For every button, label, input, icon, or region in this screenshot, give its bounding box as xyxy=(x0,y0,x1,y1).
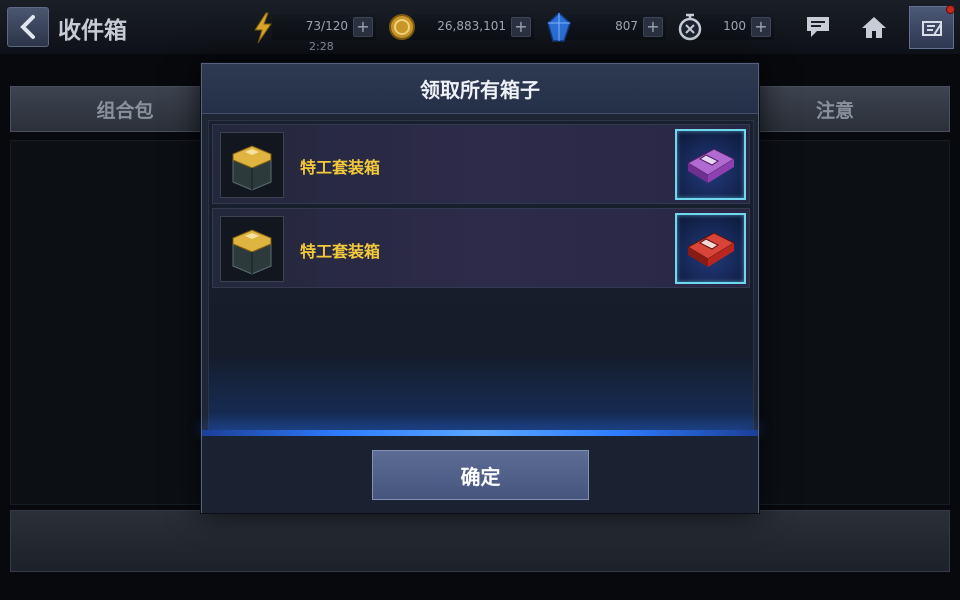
top-bar: 收件箱 73/120 + 2:28 26,883,101 + 807 + 100… xyxy=(0,0,960,54)
reward-name: 特工套装箱 xyxy=(300,242,381,261)
back-button[interactable] xyxy=(7,7,49,47)
tab-notice-label: 注意 xyxy=(815,99,854,122)
reward-list: 特工套装箱 特工套装箱 xyxy=(208,120,754,432)
chat-button[interactable] xyxy=(796,7,840,47)
stamina-value: 100 xyxy=(723,19,746,33)
confirm-button[interactable]: 确定 xyxy=(372,450,589,500)
gold-coin-icon xyxy=(389,14,415,40)
add-gold-button[interactable]: + xyxy=(511,17,531,37)
page-title: 收件箱 xyxy=(58,18,127,44)
reward-item-slot[interactable] xyxy=(675,129,746,200)
blue-crystal-icon xyxy=(547,11,571,42)
reward-name: 特工套装箱 xyxy=(300,158,381,177)
add-stamina-button[interactable]: + xyxy=(751,17,771,37)
inbox-icon xyxy=(921,20,942,36)
chat-bubble-icon xyxy=(807,17,829,37)
confirm-button-label: 确定 xyxy=(460,464,501,489)
inbox-button[interactable] xyxy=(909,5,955,49)
dialog-title: 领取所有箱子 xyxy=(420,78,540,102)
reward-item-slot[interactable] xyxy=(675,213,746,284)
reward-row: 特工套装箱 xyxy=(212,124,750,204)
home-button[interactable] xyxy=(852,7,896,47)
red-gear-pack-icon xyxy=(686,231,735,267)
gold-value: 26,883,101 xyxy=(437,19,506,33)
reward-row: 特工套装箱 xyxy=(212,208,750,288)
add-crystal-button[interactable]: + xyxy=(643,17,663,37)
energy-counter: 73/120 + xyxy=(272,14,376,40)
energy-timer: 2:28 xyxy=(309,40,334,53)
agent-box-icon xyxy=(220,132,284,198)
dialog-header: 领取所有箱子 xyxy=(202,64,758,114)
agent-box-icon xyxy=(220,216,284,282)
energy-value: 73/120 xyxy=(305,19,348,33)
home-icon xyxy=(862,17,886,38)
add-energy-button[interactable]: + xyxy=(353,17,373,37)
stopwatch-icon xyxy=(678,13,702,41)
dialog-footer: 确定 xyxy=(202,436,758,513)
claim-all-dialog: 领取所有箱子 特工套装箱 特工套装箱 确定 xyxy=(201,63,759,513)
gold-counter: 26,883,101 + xyxy=(404,14,534,40)
notification-dot xyxy=(946,5,955,14)
tab-bundles-label: 组合包 xyxy=(96,99,154,122)
purple-gear-pack-icon xyxy=(686,147,735,183)
crystal-value: 807 xyxy=(615,19,638,33)
chevron-left-icon xyxy=(20,15,35,39)
crystal-counter: 807 + xyxy=(562,14,666,40)
lightning-bolt-icon xyxy=(254,12,272,44)
background-bottom-bar xyxy=(10,510,950,572)
